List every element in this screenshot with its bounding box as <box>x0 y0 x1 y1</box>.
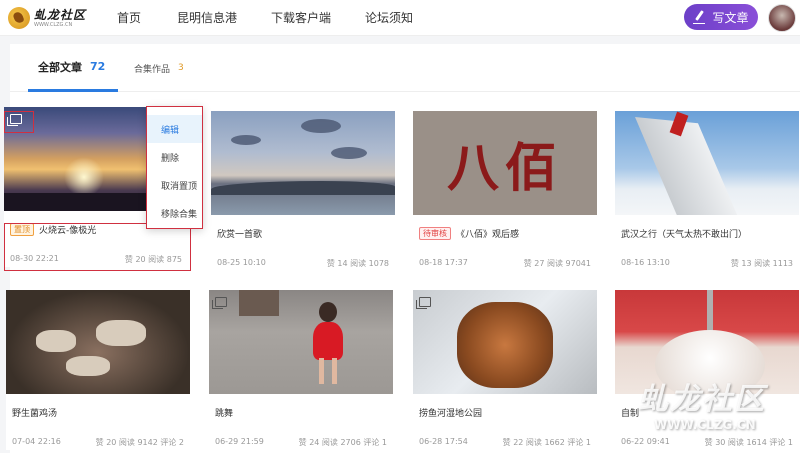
article-title[interactable]: 待审核 《八佰》观后感 <box>419 227 591 240</box>
nav-home[interactable]: 首页 <box>117 0 141 36</box>
article-tabs: 全部文章 72 合集作品 3 <box>10 44 800 92</box>
pending-review-badge: 待审核 <box>419 227 451 240</box>
article-stats: 赞 20 阅读 9142 评论 2 <box>95 438 184 447</box>
menu-unpin[interactable]: 取消置顶 <box>147 171 202 199</box>
article-date: 08-25 10:10 <box>217 258 266 267</box>
pinned-badge: 置顶 <box>10 223 34 236</box>
collection-icon <box>7 114 22 126</box>
article-card[interactable]: 跳舞 06-29 21:59 赞 24 阅读 2706 评论 1 <box>209 290 393 450</box>
article-title-text: 野生菌鸡汤 <box>12 409 58 419</box>
article-date: 06-28 17:54 <box>419 437 468 446</box>
thumbnail-text: 八佰 <box>446 137 563 199</box>
article-thumbnail[interactable] <box>615 111 799 215</box>
article-stats: 赞 14 阅读 1078 <box>326 259 389 268</box>
article-date: 08-16 13:10 <box>621 258 670 267</box>
tab-collections-label: 合集作品 <box>134 64 171 75</box>
nav-forum-rules[interactable]: 论坛须知 <box>365 0 413 36</box>
tab-collections-count: 3 <box>178 63 184 73</box>
collection-icon <box>212 297 227 309</box>
article-date: 08-18 17:37 <box>419 258 468 267</box>
menu-remove-from-collection[interactable]: 移除合集 <box>147 199 202 227</box>
article-thumbnail[interactable] <box>209 290 393 394</box>
article-meta: 08-25 10:10 赞 14 阅读 1078 <box>217 258 389 269</box>
top-navigation-bar: 虬龙社区 WWW.CLZG.CN 首页 昆明信息港 下载客户端 论坛须知 写文章 <box>0 0 800 36</box>
article-date: 08-30 22:21 <box>10 254 59 263</box>
collection-icon <box>416 297 431 309</box>
site-watermark: 虬龙社区 WWW.CLZG.CN <box>632 374 800 453</box>
article-card[interactable]: 武汉之行（天气太热不敢出门） 08-16 13:10 赞 13 阅读 1113 <box>615 111 799 271</box>
tab-collections[interactable]: 合集作品 3 <box>134 44 184 92</box>
article-title[interactable]: 欣赏一首歌 <box>217 227 389 240</box>
article-meta: 07-04 22:16 赞 20 阅读 9142 评论 2 <box>12 437 184 448</box>
article-card[interactable]: 八佰 待审核 《八佰》观后感 08-18 17:37 赞 27 阅读 97041 <box>413 111 597 271</box>
article-context-menu: 编辑 删除 取消置顶 移除合集 <box>146 106 203 229</box>
article-title[interactable]: 野生菌鸡汤 <box>12 406 184 419</box>
article-meta: 06-28 17:54 赞 22 阅读 1662 评论 1 <box>419 437 591 448</box>
article-title-text: 跳舞 <box>215 409 234 419</box>
tab-all-articles[interactable]: 全部文章 72 <box>28 44 118 92</box>
article-card[interactable]: 野生菌鸡汤 07-04 22:16 赞 20 阅读 9142 评论 2 <box>6 290 190 450</box>
article-title-text: 捞鱼河湿地公园 <box>419 409 483 419</box>
article-stats: 赞 24 阅读 2706 评论 1 <box>298 438 387 447</box>
dragon-logo-icon <box>8 7 30 29</box>
menu-delete[interactable]: 删除 <box>147 143 202 171</box>
article-title-text: 《八佰》观后感 <box>456 230 520 240</box>
watermark-url: WWW.CLZG.CN <box>654 418 756 432</box>
nav-kunming-info[interactable]: 昆明信息港 <box>177 0 237 36</box>
article-meta: 08-30 22:21 赞 20 阅读 875 <box>10 254 182 265</box>
main-nav: 首页 昆明信息港 下载客户端 论坛须知 <box>100 0 413 36</box>
article-title[interactable]: 跳舞 <box>215 406 387 419</box>
article-meta: 08-18 17:37 赞 27 阅读 97041 <box>419 258 591 269</box>
logo-subtitle: WWW.CLZG.CN <box>34 22 73 28</box>
article-stats: 赞 22 阅读 1662 评论 1 <box>502 438 591 447</box>
article-thumbnail[interactable]: 八佰 <box>413 111 597 215</box>
tab-all-count: 72 <box>90 60 106 73</box>
menu-edit[interactable]: 编辑 <box>147 115 202 143</box>
article-stats: 赞 13 阅读 1113 <box>730 259 793 268</box>
logo-text: 虬龙社区 WWW.CLZG.CN <box>34 8 86 28</box>
article-title[interactable]: 武汉之行（天气太热不敢出门） <box>621 227 793 240</box>
article-stats: 赞 27 阅读 97041 <box>523 259 591 268</box>
article-date: 07-04 22:16 <box>12 437 61 446</box>
article-title-text: 火烧云-像极光 <box>39 226 97 236</box>
tab-all-label: 全部文章 <box>38 60 82 74</box>
user-avatar[interactable] <box>768 4 796 32</box>
article-thumbnail[interactable] <box>6 290 190 394</box>
article-thumbnail[interactable] <box>413 290 597 394</box>
logo-title: 虬龙社区 <box>34 8 87 22</box>
article-date: 06-29 21:59 <box>215 437 264 446</box>
article-title[interactable]: 捞鱼河湿地公园 <box>419 406 591 419</box>
article-card[interactable]: 欣赏一首歌 08-25 10:10 赞 14 阅读 1078 <box>211 111 395 271</box>
article-title-text: 武汉之行（天气太热不敢出门） <box>621 230 748 240</box>
article-title-text: 欣赏一首歌 <box>217 230 263 240</box>
article-thumbnail[interactable] <box>211 111 395 215</box>
article-meta: 08-16 13:10 赞 13 阅读 1113 <box>621 258 793 269</box>
site-logo[interactable]: 虬龙社区 WWW.CLZG.CN <box>8 3 88 33</box>
article-stats: 赞 20 阅读 875 <box>124 255 182 264</box>
article-meta: 06-29 21:59 赞 24 阅读 2706 评论 1 <box>215 437 387 448</box>
article-card[interactable]: 捞鱼河湿地公园 06-28 17:54 赞 22 阅读 1662 评论 1 <box>413 290 597 450</box>
write-article-label: 写文章 <box>712 10 749 25</box>
watermark-title: 虬龙社区 <box>638 382 766 417</box>
write-article-button[interactable]: 写文章 <box>684 4 758 30</box>
pen-icon <box>693 10 707 24</box>
nav-download-client[interactable]: 下载客户端 <box>271 0 331 36</box>
